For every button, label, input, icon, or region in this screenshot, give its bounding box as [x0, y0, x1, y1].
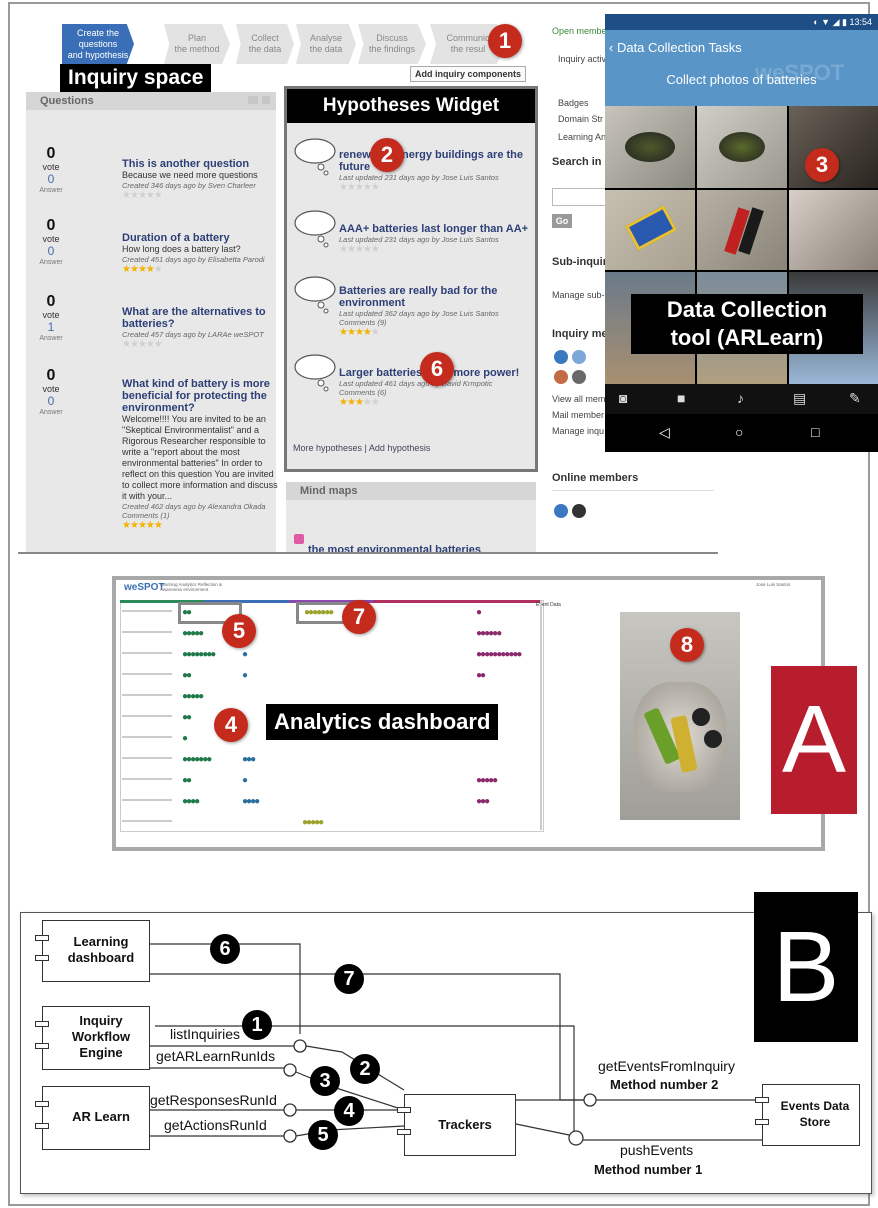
socket-push-events [568, 1130, 584, 1146]
edge-label-get-events-from-inquiry: getEventsFromInquiry [598, 1058, 735, 1074]
edge-label-list-inquiries: listInquiries [170, 1026, 241, 1042]
socket-responses [283, 1103, 297, 1117]
socket-actions [283, 1129, 297, 1143]
edge-label-get-actions-run-id: getActionsRunId [164, 1117, 267, 1133]
edge-label-get-arlearn-run-ids: getARLearnRunIds [156, 1048, 276, 1064]
edge-label-method-1: Method number 1 [594, 1162, 703, 1177]
socket-list-inquiries [293, 1039, 307, 1053]
edge-label-method-2: Method number 2 [610, 1077, 719, 1092]
component-icon [35, 1043, 49, 1049]
inquiry-workflow-engine-component: Inquiry Workflow Engine [35, 1006, 150, 1070]
badge-4-diagram: 4 [334, 1096, 364, 1126]
component-icon [35, 955, 49, 961]
component-icon [397, 1107, 411, 1113]
component-icon [397, 1129, 411, 1135]
component-icon [755, 1097, 769, 1103]
badge-3-diagram: 3 [310, 1066, 340, 1096]
component-icon [35, 1123, 49, 1129]
badge-2-diagram: 2 [350, 1054, 380, 1084]
events-data-store-component: Events Data Store [755, 1084, 860, 1146]
badge-1-diagram: 1 [242, 1010, 272, 1040]
socket-arlearn-run-ids [283, 1063, 297, 1077]
socket-get-events [583, 1093, 597, 1107]
edge-label-push-events: pushEvents [620, 1142, 694, 1158]
learning-dashboard-component: Learning dashboard [35, 920, 150, 982]
badge-7-diagram: 7 [334, 964, 364, 994]
badge-6-diagram: 6 [210, 934, 240, 964]
component-icon [35, 1101, 49, 1107]
component-icon [35, 1021, 49, 1027]
trackers-component: Trackers [397, 1094, 516, 1156]
badge-5-diagram: 5 [308, 1120, 338, 1150]
component-icon [35, 935, 49, 941]
edge-label-get-responses-run-id: getResponsesRunId [150, 1092, 277, 1108]
component-icon [755, 1119, 769, 1125]
ar-learn-component: AR Learn [35, 1086, 150, 1150]
